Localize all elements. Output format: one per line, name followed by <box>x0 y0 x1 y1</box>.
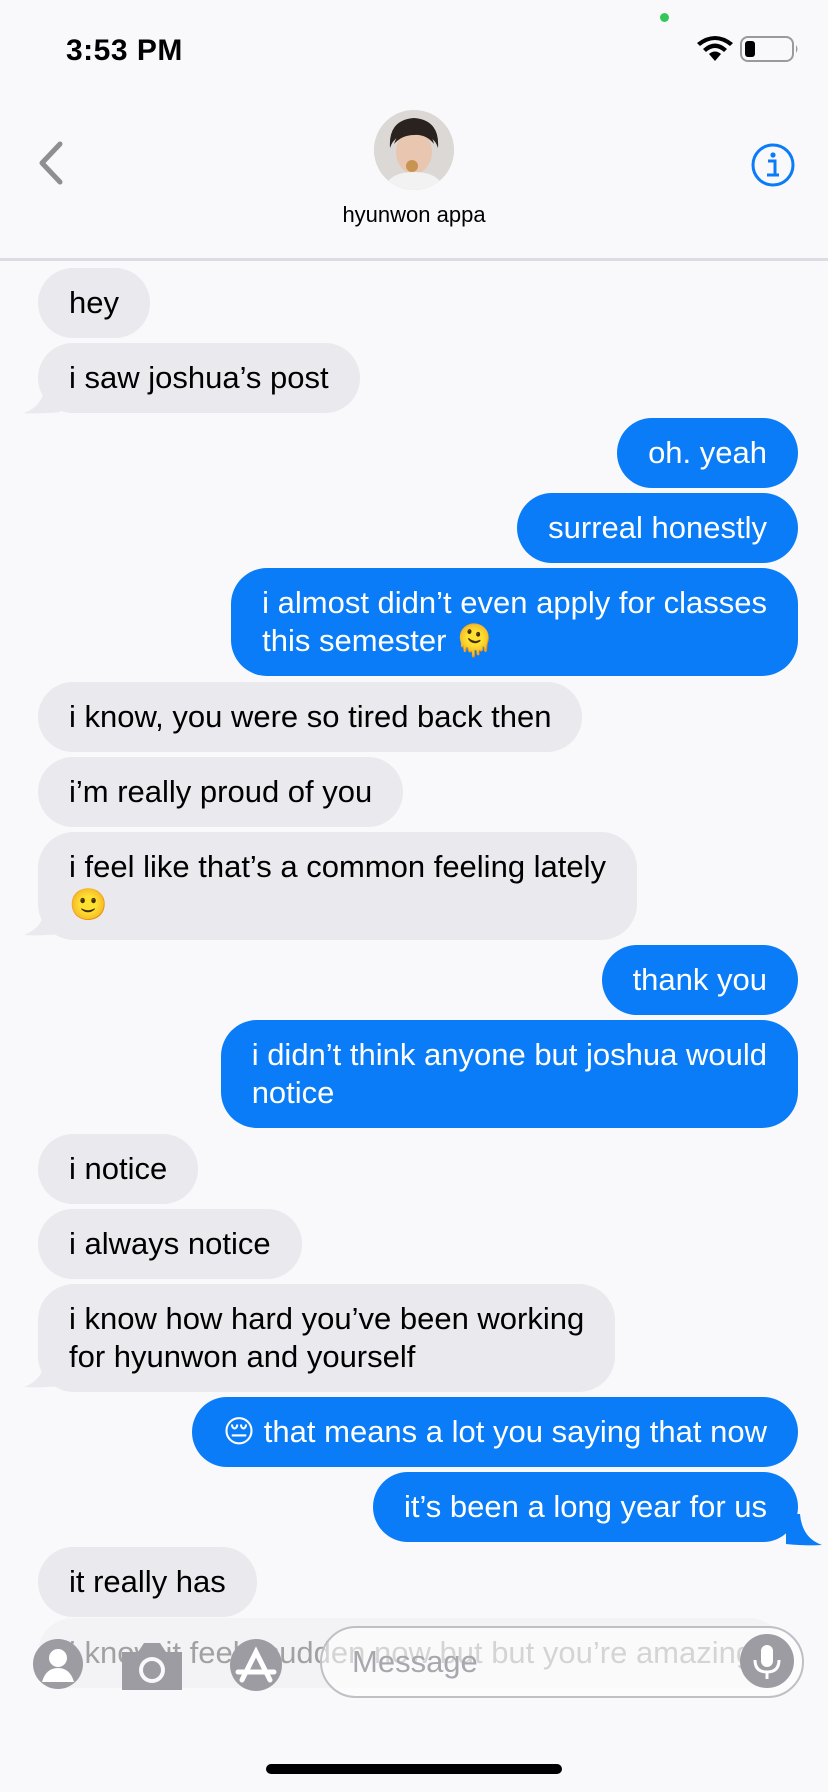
contact-name[interactable]: hyunwon appa <box>0 202 828 228</box>
bubble-tail-outgoing <box>786 1514 822 1546</box>
message-placeholder: Message <box>352 1644 478 1679</box>
app-store-icon[interactable] <box>222 1638 292 1692</box>
outgoing-message[interactable]: i almost didn’t even apply for classes t… <box>231 568 798 676</box>
incoming-message[interactable]: i always notice <box>38 1209 302 1279</box>
camera-indicator-dot <box>660 13 669 22</box>
microphone-icon <box>753 1645 781 1679</box>
contact-avatar[interactable] <box>374 110 454 190</box>
bubble-tail-incoming <box>24 904 60 936</box>
outgoing-message[interactable]: 😔 that means a lot you saying that now <box>191 1397 798 1467</box>
outgoing-message[interactable]: oh. yeah <box>617 418 798 488</box>
battery-icon <box>740 36 798 62</box>
chevron-left-icon[interactable] <box>34 140 68 186</box>
wifi-icon <box>697 36 733 61</box>
outgoing-message[interactable]: i didn’t think anyone but joshua would n… <box>220 1020 798 1128</box>
outgoing-message[interactable]: thank you <box>601 945 798 1015</box>
incoming-message[interactable]: i notice <box>38 1134 199 1204</box>
outgoing-message[interactable]: it’s been a long year for us <box>372 1472 798 1542</box>
status-bar: 3:53 PM <box>0 0 828 96</box>
incoming-message[interactable]: i know how hard you’ve been working for … <box>38 1284 616 1392</box>
incoming-message[interactable]: i know, you were so tired back then <box>38 682 583 752</box>
info-icon[interactable] <box>750 142 796 188</box>
incoming-message[interactable]: i’m really proud of you <box>38 757 404 827</box>
incoming-message[interactable]: i feel like that’s a common feeling late… <box>38 832 638 940</box>
bubble-tail-incoming <box>24 1356 60 1388</box>
incoming-message[interactable]: hey <box>38 268 150 338</box>
conversation-header: hyunwon appa <box>0 96 828 261</box>
status-time: 3:53 PM <box>66 34 183 67</box>
home-indicator <box>266 1764 562 1774</box>
microphone-button[interactable] <box>740 1634 794 1688</box>
incoming-message[interactable]: i saw joshua’s post <box>38 343 360 413</box>
contact-icon[interactable] <box>32 1638 84 1690</box>
avatar-portrait <box>374 110 454 190</box>
camera-icon[interactable] <box>118 1640 186 1692</box>
message-input[interactable]: Message <box>320 1626 804 1698</box>
bubble-tail-incoming <box>24 382 60 414</box>
outgoing-message[interactable]: surreal honestly <box>517 493 798 563</box>
